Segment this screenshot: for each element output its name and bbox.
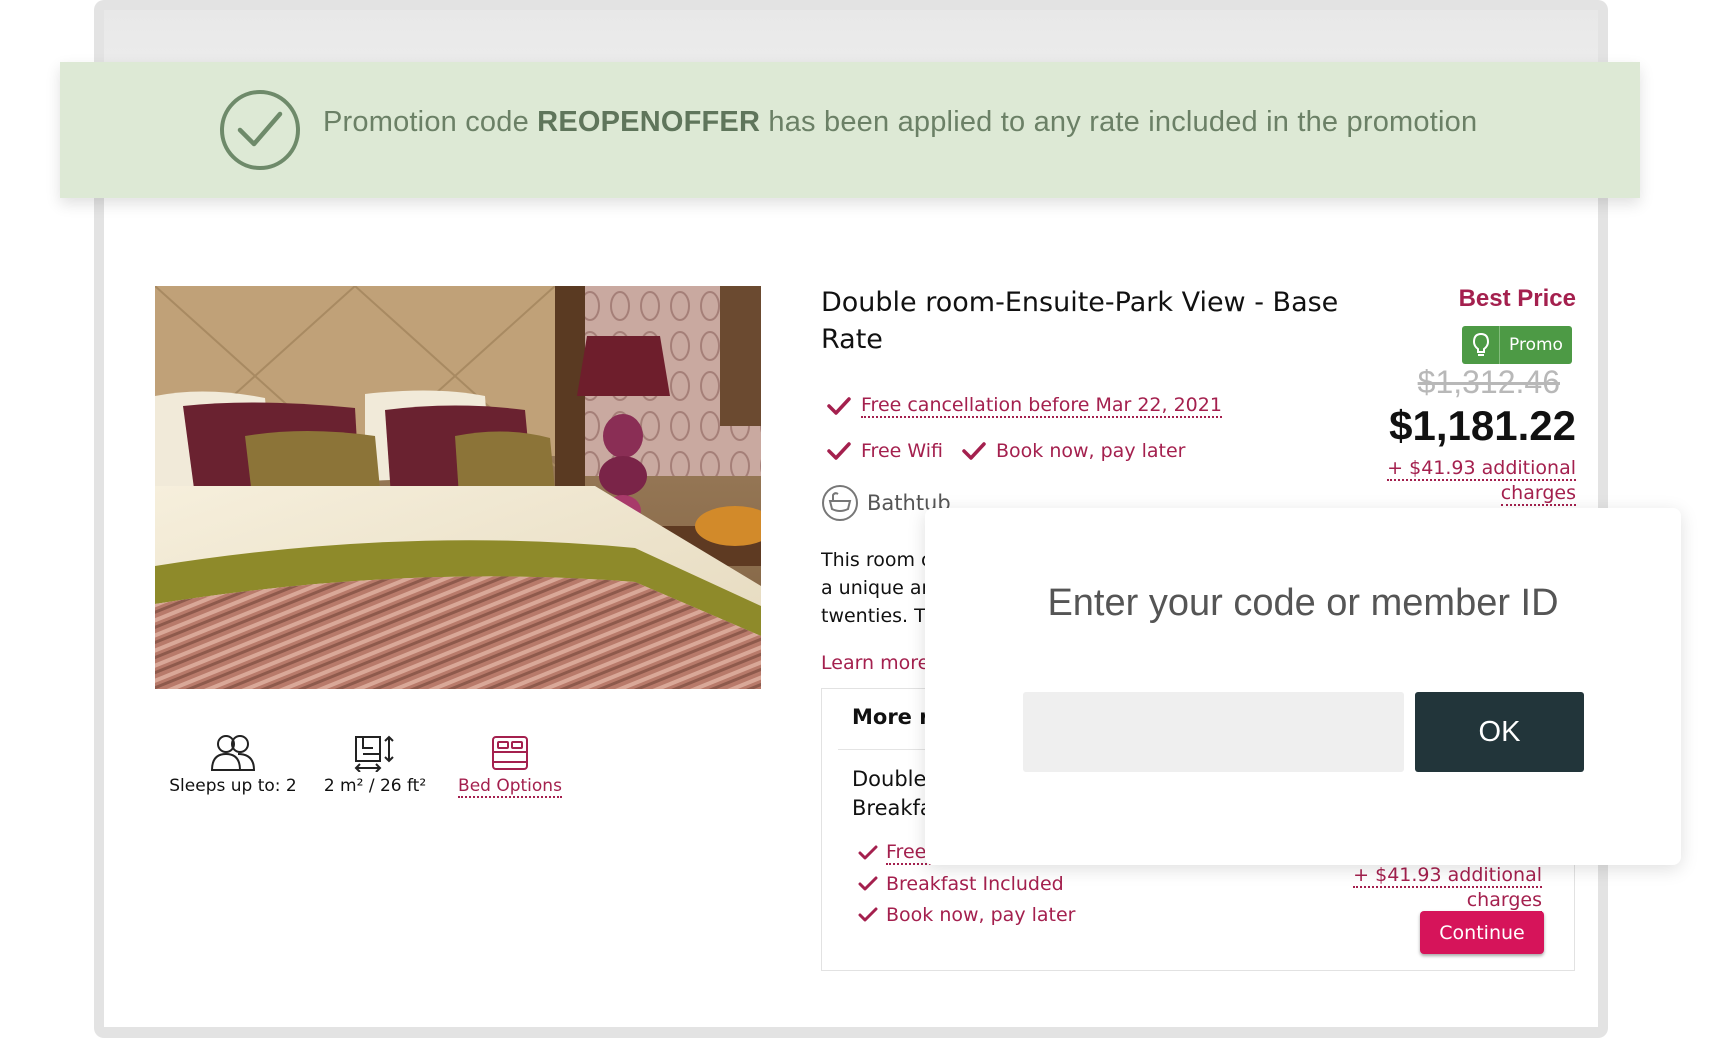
check-icon xyxy=(827,397,851,415)
promo-code-dialog: Enter your code or member ID OK xyxy=(925,508,1681,865)
amenity-bed-options[interactable]: Bed Options xyxy=(455,734,565,798)
floor-plan-icon xyxy=(354,735,394,772)
discounted-price: $1,181.22 xyxy=(1389,402,1576,449)
book-now-pay-later-feature: Book now, pay later xyxy=(962,440,1185,462)
rate-name: Double Breakfa xyxy=(852,767,933,820)
promo-message: Promotion code REOPENOFFER has been appl… xyxy=(323,106,1478,138)
promo-badge: Promo xyxy=(1462,326,1572,364)
ok-button[interactable]: OK xyxy=(1415,692,1584,772)
promo-applied-banner: Promotion code REOPENOFFER has been appl… xyxy=(60,62,1640,198)
promo-code: REOPENOFFER xyxy=(537,106,761,138)
guests-icon xyxy=(210,735,256,771)
rate-additional-charges-link[interactable]: + $41.93 additional charges xyxy=(1342,863,1542,913)
free-cancellation-feature[interactable]: Free cancellation before Mar 22, 2021 xyxy=(827,394,1222,418)
amenity-sleeps: Sleeps up to: 2 xyxy=(168,734,298,796)
dialog-title: Enter your code or member ID xyxy=(1047,582,1559,624)
amenity-room-size: 2 m² / 26 ft² xyxy=(320,734,430,796)
bathtub-icon xyxy=(822,485,858,521)
check-icon xyxy=(827,442,851,460)
check-icon xyxy=(962,442,986,460)
rate-feature-breakfast: Breakfast Included xyxy=(858,873,1064,895)
additional-charges-link[interactable]: + $41.93 additional charges xyxy=(1380,456,1576,506)
free-wifi-feature: Free Wifi xyxy=(827,440,943,462)
room-description: This room c a unique ar twenties. Th xyxy=(821,549,938,627)
room-photo[interactable] xyxy=(155,286,761,689)
check-circle-icon xyxy=(220,90,300,170)
code-input[interactable] xyxy=(1023,692,1404,772)
continue-button[interactable]: Continue xyxy=(1420,911,1544,954)
original-price: $1,312.46 xyxy=(1417,364,1560,400)
check-icon xyxy=(858,907,878,922)
learn-more-link[interactable]: Learn more xyxy=(821,652,929,674)
check-icon xyxy=(858,845,878,860)
check-icon xyxy=(858,876,878,891)
bed-icon xyxy=(492,736,528,770)
bed-options-link[interactable]: Bed Options xyxy=(458,776,562,798)
room-title: Double room-Ensuite-Park View - Base Rat… xyxy=(821,287,1339,355)
rate-feature-book-now: Book now, pay later xyxy=(858,904,1075,926)
best-price-label: Best Price xyxy=(1458,285,1576,312)
lightbulb-icon xyxy=(1462,326,1500,364)
